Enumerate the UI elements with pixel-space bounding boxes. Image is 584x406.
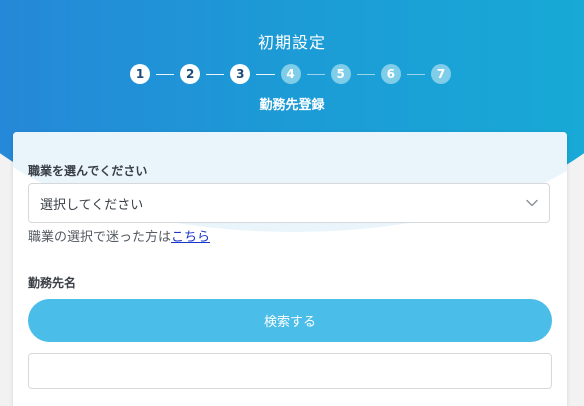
occupation-help-link[interactable]: こちら [171, 230, 210, 245]
occupation-select[interactable]: 選択してください [28, 183, 550, 223]
step-connector [156, 73, 175, 75]
chevron-down-icon [526, 199, 538, 207]
occupation-help-text: 職業の選択で迷った方は [28, 230, 172, 245]
workplace-input[interactable] [28, 353, 552, 389]
occupation-label: 職業を選んでください [28, 164, 148, 178]
search-button[interactable]: 検索する [28, 299, 552, 342]
step-1: 1 [130, 64, 150, 84]
step-title: 勤務先登録 [259, 98, 325, 113]
page-title: 初期設定 [257, 33, 326, 52]
step-connector [256, 73, 275, 75]
step-connector [406, 73, 426, 75]
step-6: 6 [380, 64, 401, 84]
step-2: 2 [180, 64, 201, 84]
step-4: 4 [280, 64, 301, 84]
occupation-select-value: 選択してください [40, 197, 144, 213]
step-5: 5 [330, 64, 351, 84]
step-7: 7 [431, 64, 452, 84]
form-card: 職業を選んでください 選択してください 職業の選択で迷った方はこちら 勤務先名 … [13, 132, 567, 406]
step-connector [356, 73, 375, 75]
workplace-label: 勤務先名 [28, 276, 77, 290]
step-connector [206, 73, 225, 75]
step-3: 3 [230, 64, 251, 84]
occupation-help: 職業の選択で迷った方はこちら [28, 226, 210, 245]
page: 初期設定 1 2 3 4 5 6 7 勤務先登録 職業を選んでください 選択して… [0, 0, 584, 406]
progress-stepper: 1 2 3 4 5 6 7 [130, 64, 452, 84]
step-connector [306, 73, 325, 75]
